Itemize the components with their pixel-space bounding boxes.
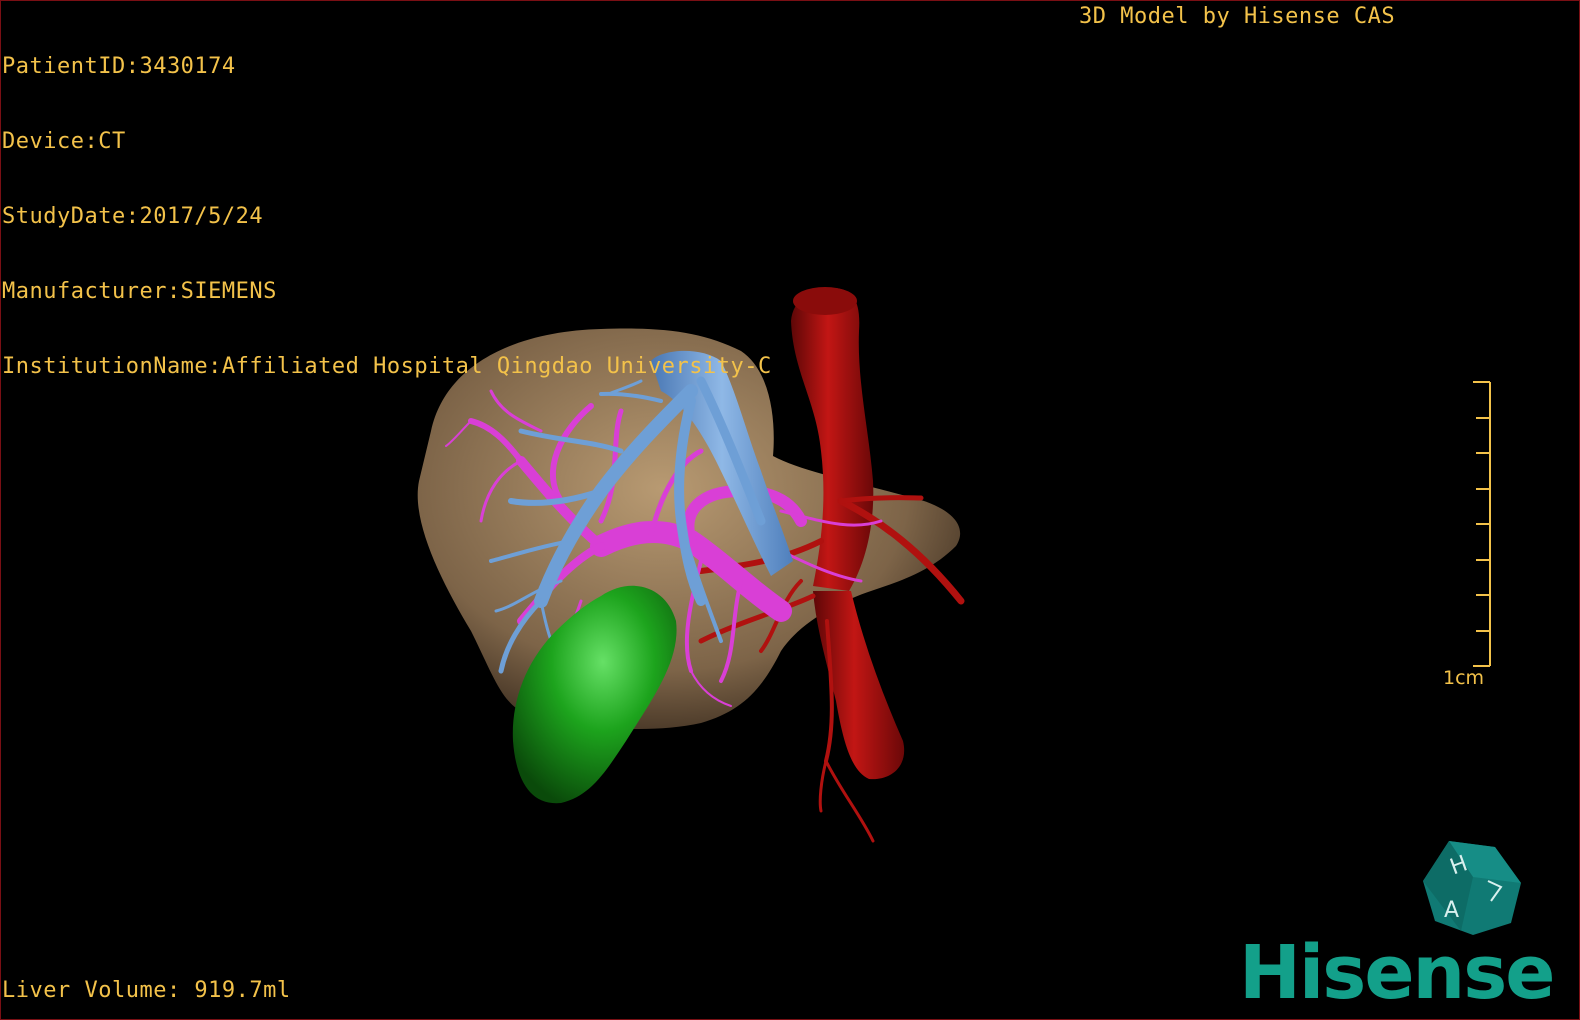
scale-label: 1cm: [1443, 667, 1485, 689]
hisense-logo: Hisense: [1239, 930, 1555, 1016]
study-date: StudyDate:2017/5/24: [2, 204, 264, 229]
ivc-top-cap: [793, 287, 857, 315]
model-credit: 3D Model by Hisense CAS: [1079, 4, 1396, 29]
artery-branch: [818, 759, 828, 813]
3d-viewport[interactable]: H A PatientID:3430174 Device:CT StudyDat…: [0, 0, 1580, 1020]
institution-name: InstitutionName:Affiliated Hospital Qing…: [2, 354, 772, 379]
patient-id: PatientID:3430174: [2, 54, 236, 79]
scale-bar: [1473, 381, 1491, 667]
dicom-info-overlay: PatientID:3430174 Device:CT StudyDate:20…: [2, 4, 772, 429]
orientation-cube-icon: H A: [1423, 841, 1521, 935]
liver-volume: Liver Volume: 919.7ml: [2, 978, 291, 1003]
cube-face-a: A: [1444, 898, 1459, 923]
device: Device:CT: [2, 129, 126, 154]
manufacturer: Manufacturer:SIEMENS: [2, 279, 277, 304]
